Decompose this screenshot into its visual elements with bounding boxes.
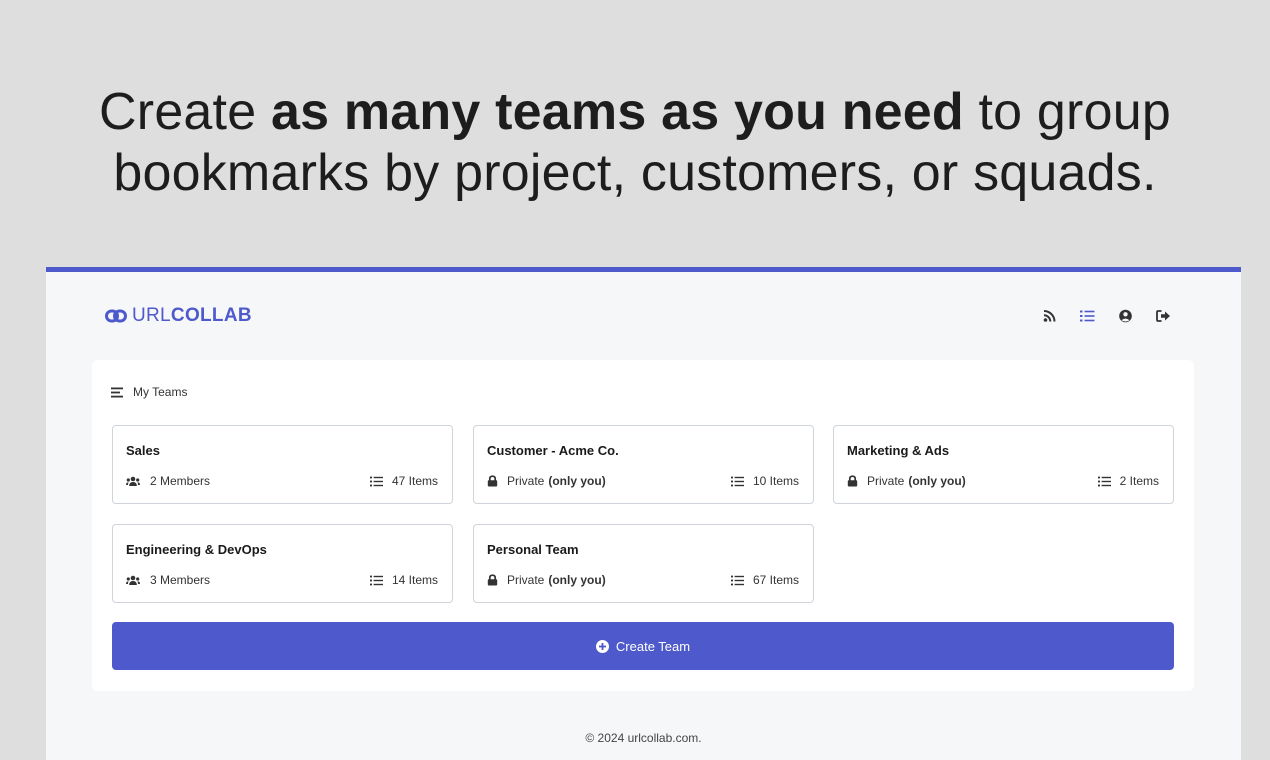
nav-icons <box>1042 309 1171 323</box>
team-items: 67 Items <box>730 573 799 587</box>
team-access-label: Private <box>507 474 545 488</box>
list-icon <box>1097 476 1111 486</box>
lock-icon <box>847 475 858 487</box>
headline-line2: bookmarks by project, customers, or squa… <box>113 144 1157 202</box>
team-card[interactable]: Personal Team Private (only you) 67 Items <box>473 524 814 603</box>
user-circle-icon[interactable] <box>1118 309 1133 323</box>
team-items: 14 Items <box>369 573 438 587</box>
team-access-label: 3 Members <box>150 573 211 587</box>
team-items: 2 Items <box>1097 474 1159 488</box>
team-access-label: Private <box>507 573 545 587</box>
plus-circle-icon <box>595 639 609 653</box>
list-icon <box>730 575 744 585</box>
headline-part2: to group <box>963 83 1171 141</box>
team-items: 10 Items <box>730 474 799 488</box>
rss-icon[interactable] <box>1042 309 1057 323</box>
link-icon <box>105 309 127 323</box>
list-icon <box>369 476 383 486</box>
team-access: Private (only you) <box>847 474 966 488</box>
team-card[interactable]: Marketing & Ads Private (only you) 2 Items <box>833 425 1174 504</box>
team-access: 3 Members <box>126 573 210 587</box>
logo-text-bold: COLLAB <box>170 305 252 326</box>
team-card[interactable]: Customer - Acme Co. Private (only you) 10 I… <box>473 425 814 504</box>
list-icon[interactable] <box>1080 309 1095 323</box>
team-name: Personal Team <box>487 542 579 557</box>
topbar: URL COLLAB <box>46 272 1241 352</box>
logo-text-light: URL <box>132 305 171 326</box>
team-name: Marketing & Ads <box>847 443 950 458</box>
users-icon <box>126 476 140 486</box>
menu-icon <box>111 387 123 397</box>
teams-panel: My Teams Sales 2 Members 47 Items Customer … <box>92 360 1194 691</box>
sign-out-icon[interactable] <box>1156 309 1171 323</box>
headline: Create as many teams as you need to grou… <box>0 82 1270 204</box>
team-access-label: Private <box>867 474 905 488</box>
team-items-count: 14 Items <box>391 573 438 587</box>
team-items: 47 Items <box>369 474 438 488</box>
headline-bold: as many teams as you need <box>270 83 964 141</box>
team-access-note: (only you) <box>548 474 606 488</box>
panel-header: My Teams <box>111 385 187 399</box>
team-items-count: 47 Items <box>391 474 438 488</box>
team-access: Private (only you) <box>487 573 606 587</box>
lock-icon <box>487 574 498 586</box>
team-access: 2 Members <box>126 474 210 488</box>
team-access-note: (only you) <box>548 573 606 587</box>
team-access: Private (only you) <box>487 474 606 488</box>
team-items-count: 10 Items <box>752 474 799 488</box>
headline-part1: Create <box>99 83 271 141</box>
users-icon <box>126 575 140 585</box>
team-access-note: (only you) <box>908 474 966 488</box>
team-name: Engineering & DevOps <box>126 542 267 557</box>
team-card[interactable]: Engineering & DevOps 3 Members 14 Items <box>112 524 453 603</box>
team-items-count: 67 Items <box>752 573 799 587</box>
app-window: URL COLLAB My Teams Sales 2 Members 47 I… <box>46 267 1241 760</box>
list-icon <box>369 575 383 585</box>
create-team-button[interactable]: Create Team <box>112 622 1174 670</box>
logo[interactable]: URL COLLAB <box>105 305 252 327</box>
list-icon <box>730 476 744 486</box>
panel-title: My Teams <box>133 385 188 399</box>
team-items-count: 2 Items <box>1119 474 1159 488</box>
team-access-label: 2 Members <box>150 474 211 488</box>
team-card[interactable]: Sales 2 Members 47 Items <box>112 425 453 504</box>
lock-icon <box>487 475 498 487</box>
create-team-label: Create Team <box>615 638 691 654</box>
footer: © 2024 urlcollab.com. <box>585 731 702 745</box>
team-name: Sales <box>126 443 160 458</box>
team-name: Customer - Acme Co. <box>487 443 619 458</box>
